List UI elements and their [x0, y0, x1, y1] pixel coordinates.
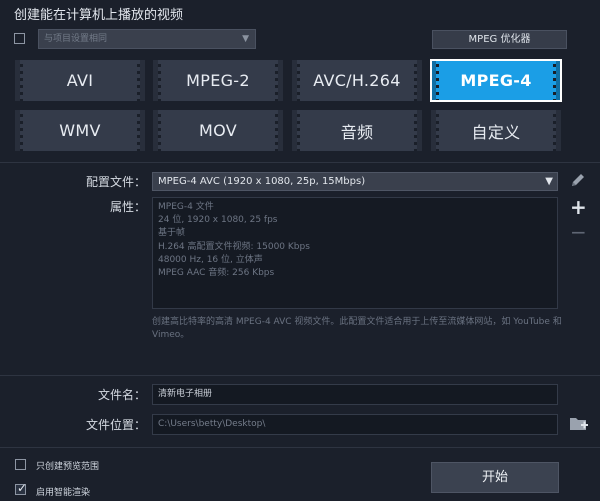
property-line: MPEG AAC 音频: 256 Kbps [158, 268, 275, 279]
profile-label: 配置文件： [85, 175, 146, 189]
file-location-input[interactable]: C:\Users\betty\Desktop\ [152, 414, 558, 435]
format-tile-avc[interactable]: AVC/H.264 [292, 60, 422, 101]
format-tile-audio[interactable]: 音频 [292, 110, 422, 151]
device-filter-checkbox[interactable] [14, 33, 25, 44]
add-profile-icon[interactable]: + [570, 197, 587, 217]
divider [0, 375, 600, 376]
format-tile-wmv[interactable]: WMV [15, 110, 145, 151]
profile-description: 创建高比特率的高清 MPEG-4 AVC 视频文件。此配置文件适合用于上传至流媒… [152, 317, 562, 340]
page-title: 创建能在计算机上播放的视频 [14, 8, 184, 23]
format-tile-custom[interactable]: 自定义 [431, 110, 561, 151]
preview-only-checkbox[interactable] [15, 459, 26, 470]
property-line: H.264 高配置文件视频: 15000 Kbps [158, 241, 310, 252]
properties-label: 属性： [109, 200, 146, 214]
edit-profile-icon[interactable] [570, 172, 586, 192]
divider [0, 447, 600, 448]
device-dropdown[interactable]: 与项目设置相同 ▼ [38, 29, 256, 49]
chevron-down-icon: ▼ [545, 176, 553, 187]
property-line: 24 位, 1920 x 1080, 25 fps [158, 215, 278, 226]
format-tile-mpeg4[interactable]: MPEG-4 [430, 59, 562, 102]
format-tile-mpeg2[interactable]: MPEG-2 [153, 60, 283, 101]
file-name-input[interactable]: 清新电子相册 [152, 384, 558, 405]
format-tile-avi[interactable]: AVI [15, 60, 145, 101]
start-button[interactable]: 开始 [431, 462, 559, 493]
browse-folder-icon[interactable] [569, 415, 589, 437]
properties-box: MPEG-4 文件 24 位, 1920 x 1080, 25 fps 基于帧 … [152, 197, 558, 309]
property-line: 48000 Hz, 16 位, 立体声 [158, 254, 263, 265]
profile-select[interactable]: MPEG-4 AVC (1920 x 1080, 25p, 15Mbps) ▼ [152, 172, 558, 191]
file-name-label: 文件名： [97, 388, 146, 402]
divider [0, 162, 600, 163]
preview-only-label: 只创建预览范围 [36, 462, 100, 472]
remove-profile-icon[interactable]: − [570, 222, 587, 242]
property-line: 基于帧 [158, 228, 186, 239]
property-line: MPEG-4 文件 [158, 202, 214, 212]
chevron-down-icon: ▼ [242, 34, 249, 44]
file-location-label: 文件位置： [85, 418, 146, 432]
device-dropdown-value: 与项目设置相同 [44, 34, 108, 44]
mpeg-optimizer-button[interactable]: MPEG 优化器 [432, 30, 567, 49]
profile-select-value: MPEG-4 AVC (1920 x 1080, 25p, 15Mbps) [158, 176, 366, 187]
smart-render-checkbox[interactable] [15, 481, 27, 495]
format-tile-mov[interactable]: MOV [153, 110, 283, 151]
smart-render-label: 启用智能渲染 [36, 488, 91, 498]
